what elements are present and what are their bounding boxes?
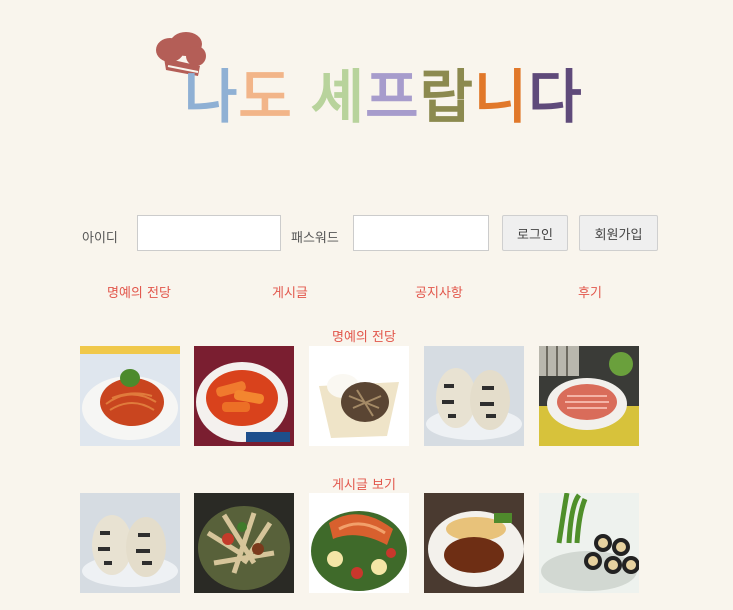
logo-char: 나 <box>184 63 239 131</box>
signup-button[interactable]: 회원가입 <box>579 215 658 251</box>
logo-char: 도 <box>238 63 293 131</box>
tteokbokki-photo[interactable] <box>194 346 294 446</box>
nav-posts[interactable]: 게시글 <box>272 282 308 301</box>
logo-char: 프 <box>365 63 420 131</box>
rice-ball-photo[interactable] <box>80 493 180 593</box>
salmon-salad-photo[interactable] <box>309 493 409 593</box>
sushi-platter-photo[interactable] <box>539 346 639 446</box>
posts-title: 게시글 보기 <box>332 478 396 493</box>
cutlet-photo[interactable] <box>424 493 524 593</box>
nav-hall-of-fame[interactable]: 명예의 전당 <box>107 282 171 301</box>
login-form: 아이디 패스워드 로그인 회원가입 <box>0 215 733 255</box>
id-label: 아이디 <box>82 231 118 246</box>
logo-char: 셰 <box>310 63 366 131</box>
password-label: 패스워드 <box>291 231 339 246</box>
password-input[interactable] <box>353 215 489 251</box>
spaghetti-photo[interactable] <box>80 346 180 446</box>
logo-char: 니 <box>473 63 529 131</box>
site-logo[interactable]: 나도 셰프랍니다 <box>150 30 590 140</box>
logo-char: 다 <box>528 63 583 131</box>
rice-bowl-photo[interactable] <box>309 346 409 446</box>
stirfry-photo[interactable] <box>194 493 294 593</box>
kimbap-photo[interactable] <box>539 493 639 593</box>
logo-char: 랍 <box>419 63 474 131</box>
login-button[interactable]: 로그인 <box>502 215 568 251</box>
logo-title: 나도 셰프랍니다 <box>184 68 583 126</box>
id-input[interactable] <box>137 215 281 251</box>
hall-of-fame-title: 명예의 전당 <box>332 330 396 345</box>
nav-reviews[interactable]: 후기 <box>578 282 602 301</box>
nav-notices[interactable]: 공지사항 <box>415 282 463 301</box>
rice-ball-photo[interactable] <box>424 346 524 446</box>
